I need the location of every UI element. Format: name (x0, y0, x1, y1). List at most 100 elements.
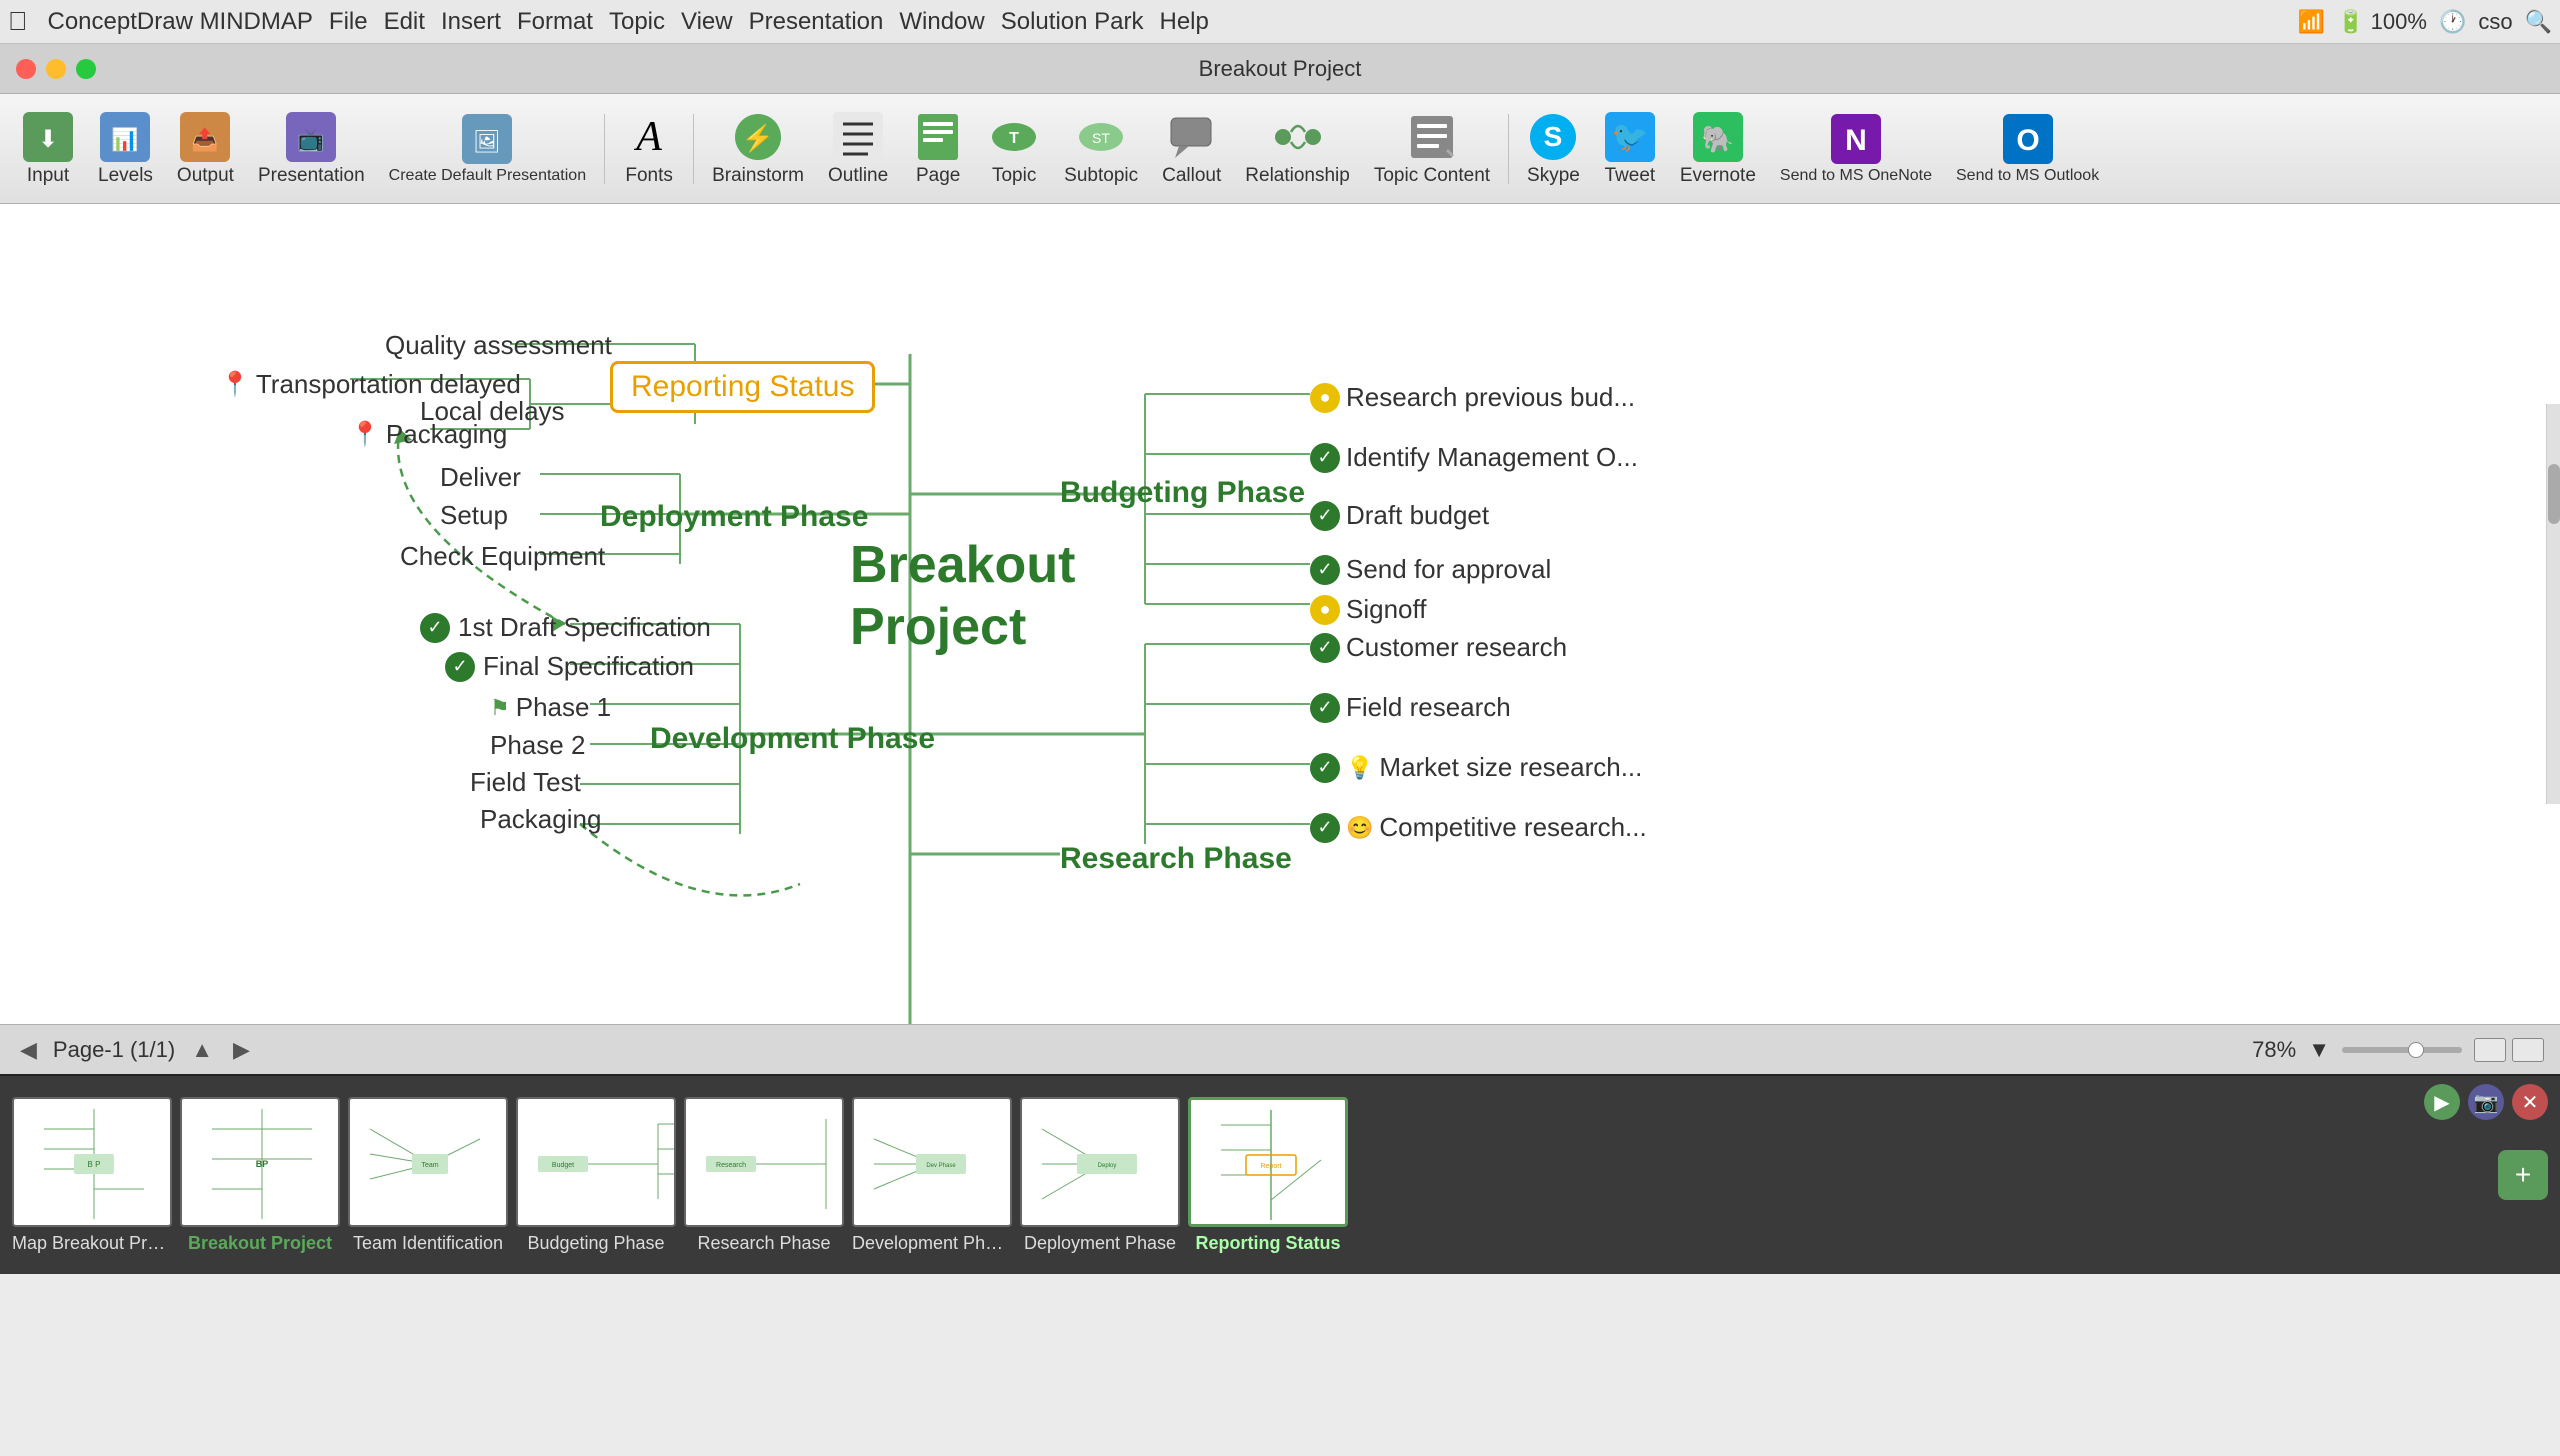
toolbar-presentation[interactable]: 📺 Presentation (248, 105, 375, 193)
add-slide-button[interactable]: + (2498, 1150, 2548, 1200)
menu-file[interactable]: File (329, 8, 368, 36)
menu-view[interactable]: View (681, 8, 733, 36)
svg-text:⚡: ⚡ (742, 123, 774, 154)
thumb-research-phase[interactable]: Research Research Phase (684, 1097, 844, 1254)
final-spec-node: ✓ Final Specification (445, 651, 694, 682)
menu-format[interactable]: Format (517, 8, 593, 36)
menu-presentation[interactable]: Presentation (749, 8, 884, 36)
zoom-slider[interactable] (2342, 1047, 2462, 1053)
thumb-preview-2: BP (180, 1097, 340, 1227)
maximize-button[interactable] (76, 59, 96, 79)
toolbar-tweet[interactable]: 🐦 Tweet (1594, 105, 1666, 193)
battery-icon: 🔋 100% (2337, 9, 2427, 35)
brainstorm-label: Brainstorm (712, 165, 804, 187)
separator-3 (1508, 114, 1509, 184)
toolbar-outlook[interactable]: O Send to MS Outlook (1946, 107, 2109, 191)
toolbar-create-presentation[interactable]: 🖼 Create Default Presentation (379, 107, 596, 191)
check-icon-field: ✓ (1310, 693, 1340, 723)
toolbar-topic-content[interactable]: Topic Content (1364, 105, 1500, 193)
thumb-development-phase[interactable]: Dev Phase Development Phase (852, 1097, 1012, 1254)
page-label: Page-1 (1/1) (53, 1037, 175, 1063)
svg-text:Dev Phase: Dev Phase (926, 1163, 956, 1169)
toolbar-subtopic[interactable]: ST Subtopic (1054, 105, 1148, 193)
panel-close-button[interactable]: ✕ (2512, 1084, 2548, 1120)
thumb-label-3: Team Identification (353, 1233, 503, 1254)
check-icon-draft-budget: ✓ (1310, 501, 1340, 531)
quality-assessment-node: Quality assessment (385, 330, 612, 361)
menu-insert[interactable]: Insert (441, 8, 501, 36)
setup-node: Setup (440, 500, 508, 531)
check-icon-market: ✓ (1310, 753, 1340, 783)
thumb-map-breakout[interactable]: B P Map Breakout Project (12, 1097, 172, 1254)
topic-label: Topic (992, 165, 1036, 187)
toolbar-relationship[interactable]: Relationship (1235, 105, 1360, 193)
svg-text:⬇: ⬇ (38, 126, 58, 153)
statusbar-right: 78% ▼ (2252, 1037, 2544, 1063)
svg-text:Budget: Budget (552, 1162, 574, 1169)
camera-button[interactable]: 📷 (2468, 1084, 2504, 1120)
toolbar-onenote[interactable]: N Send to MS OneNote (1770, 107, 1942, 191)
thumb-breakout-project[interactable]: BP Breakout Project (180, 1097, 340, 1254)
view-fit-button[interactable] (2474, 1038, 2506, 1062)
menu-window[interactable]: Window (899, 8, 984, 36)
apple-logo-icon:  (8, 6, 28, 37)
canvas[interactable]: Breakout Project Reporting Status Qualit… (0, 204, 2560, 1024)
check-icon-final: ✓ (445, 652, 475, 682)
play-button[interactable]: ▶ (2424, 1084, 2460, 1120)
toolbar-skype[interactable]: S Skype (1517, 105, 1590, 193)
svg-text:Research: Research (716, 1162, 746, 1169)
close-button[interactable] (16, 59, 36, 79)
input-label: Input (27, 165, 69, 187)
svg-text:B P: B P (88, 1160, 101, 1169)
minimize-button[interactable] (46, 59, 66, 79)
menu-help[interactable]: Help (1159, 8, 1208, 36)
thumb-mini-6: Dev Phase (854, 1099, 1010, 1225)
connector-lines (0, 204, 2560, 1024)
right-arrow[interactable]: ▶ (229, 1033, 254, 1067)
svg-text:🐦: 🐦 (1611, 121, 1648, 154)
zoom-thumb[interactable] (2408, 1042, 2424, 1058)
toolbar-outline[interactable]: Outline (818, 105, 898, 193)
thumb-reporting-status[interactable]: Report Reporting Status (1188, 1097, 1348, 1254)
search-icon[interactable]: 🔍 (2525, 9, 2552, 35)
titlebar: Breakout Project (0, 44, 2560, 94)
thumb-deployment-phase[interactable]: Deploy Deployment Phase (1020, 1097, 1180, 1254)
thumb-mini-2: BP (182, 1099, 338, 1225)
thumb-preview-1: B P (12, 1097, 172, 1227)
thumb-budgeting-phase[interactable]: Budget Budgeting Phase (516, 1097, 676, 1254)
thumb-mini-1: B P (14, 1099, 170, 1225)
toolbar-brainstorm[interactable]: ⚡ Brainstorm (702, 105, 814, 193)
flag-icon-p1: ⚑ (490, 695, 510, 721)
toolbar-fonts[interactable]: A Fonts (613, 105, 685, 193)
right-scroll-area[interactable] (2546, 404, 2560, 804)
window-title: Breakout Project (1199, 56, 1362, 82)
svg-text:🐘: 🐘 (1702, 124, 1734, 154)
svg-text:O: O (2016, 124, 2039, 157)
menu-topic[interactable]: Topic (609, 8, 665, 36)
zoom-decrease[interactable]: ▼ (2308, 1037, 2330, 1063)
zoom-label: 78% (2252, 1037, 2296, 1063)
up-arrow[interactable]: ▲ (187, 1033, 217, 1067)
onenote-label: Send to MS OneNote (1780, 167, 1932, 185)
check-icon-budget: ● (1310, 383, 1340, 413)
callout-label: Callout (1162, 165, 1221, 187)
reporting-status-node[interactable]: Reporting Status (610, 361, 875, 413)
svg-text:ST: ST (1092, 130, 1110, 146)
send-approval-node: ✓ Send for approval (1310, 554, 1551, 585)
presentation-label: Presentation (258, 165, 365, 187)
toolbar-page[interactable]: Page (902, 105, 974, 193)
left-arrow[interactable]: ◀ (16, 1033, 41, 1067)
thumb-team-identification[interactable]: Team Team Identification (348, 1097, 508, 1254)
view-full-button[interactable] (2512, 1038, 2544, 1062)
toolbar-levels[interactable]: 📊 Levels (88, 105, 163, 193)
menu-solution-park[interactable]: Solution Park (1001, 8, 1144, 36)
statusbar: ◀ Page-1 (1/1) ▲ ▶ 78% ▼ (0, 1024, 2560, 1074)
toolbar-topic[interactable]: T Topic (978, 105, 1050, 193)
thumb-preview-5: Research (684, 1097, 844, 1227)
toolbar-output[interactable]: 📤 Output (167, 105, 244, 193)
topic-content-label: Topic Content (1374, 165, 1490, 187)
toolbar-input[interactable]: ⬇ Input (12, 105, 84, 193)
toolbar-callout[interactable]: Callout (1152, 105, 1231, 193)
toolbar-evernote[interactable]: 🐘 Evernote (1670, 105, 1766, 193)
menu-edit[interactable]: Edit (384, 8, 425, 36)
